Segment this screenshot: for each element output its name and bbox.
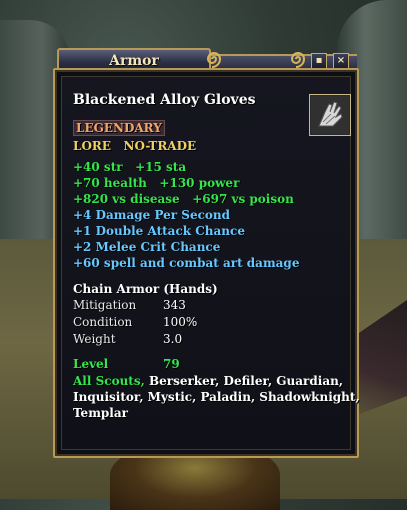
property-label: Weight — [73, 332, 116, 346]
window-title: Armor — [109, 53, 159, 69]
property-label: Mitigation — [73, 298, 137, 312]
stat-line: +820 vs disease +697 vs poison — [73, 192, 294, 206]
minimize-icon: ▪ — [315, 55, 323, 66]
property-value: 343 — [163, 298, 186, 312]
level-label: Level — [73, 357, 109, 371]
rarity-badge: LEGENDARY — [73, 120, 165, 136]
item-flags: LORE NO-TRADE — [73, 139, 197, 153]
class-list-rest: Berserker, Defiler, Guardian, — [144, 374, 344, 388]
swirl-ornament-icon — [287, 50, 309, 68]
effect-line: +60 spell and combat art damage — [73, 256, 300, 270]
class-list-line: Inquisitor, Mystic, Paladin, Shadowknigh… — [73, 390, 360, 404]
close-icon: × — [336, 55, 346, 66]
close-button[interactable]: × — [333, 53, 349, 69]
property-value: 100% — [163, 315, 198, 329]
item-name: Blackened Alloy Gloves — [73, 92, 256, 108]
stat-line: +70 health +130 power — [73, 176, 240, 190]
property-value: 3.0 — [163, 332, 183, 346]
class-highlight: All Scouts, — [73, 374, 145, 388]
class-list-line: Templar — [73, 406, 128, 420]
level-value: 79 — [163, 357, 180, 371]
effect-line: +2 Melee Crit Chance — [73, 240, 221, 254]
stat-line: +40 str +15 sta — [73, 160, 187, 174]
minimize-button[interactable]: ▪ — [311, 53, 327, 69]
gloves-icon — [311, 96, 349, 134]
property-label: Condition — [73, 315, 133, 329]
swirl-ornament-icon — [203, 50, 225, 68]
effect-line: +4 Damage Per Second — [73, 208, 231, 222]
item-examine-window[interactable]: Armor ▪ × Blackened Alloy Gloves LEGENDA… — [53, 48, 360, 458]
class-list-line: All Scouts, Berserker, Defiler, Guardian… — [73, 374, 343, 388]
effect-line: +1 Double Attack Chance — [73, 224, 245, 238]
item-icon[interactable] — [309, 94, 351, 136]
armor-type: Chain Armor (Hands) — [73, 282, 218, 296]
